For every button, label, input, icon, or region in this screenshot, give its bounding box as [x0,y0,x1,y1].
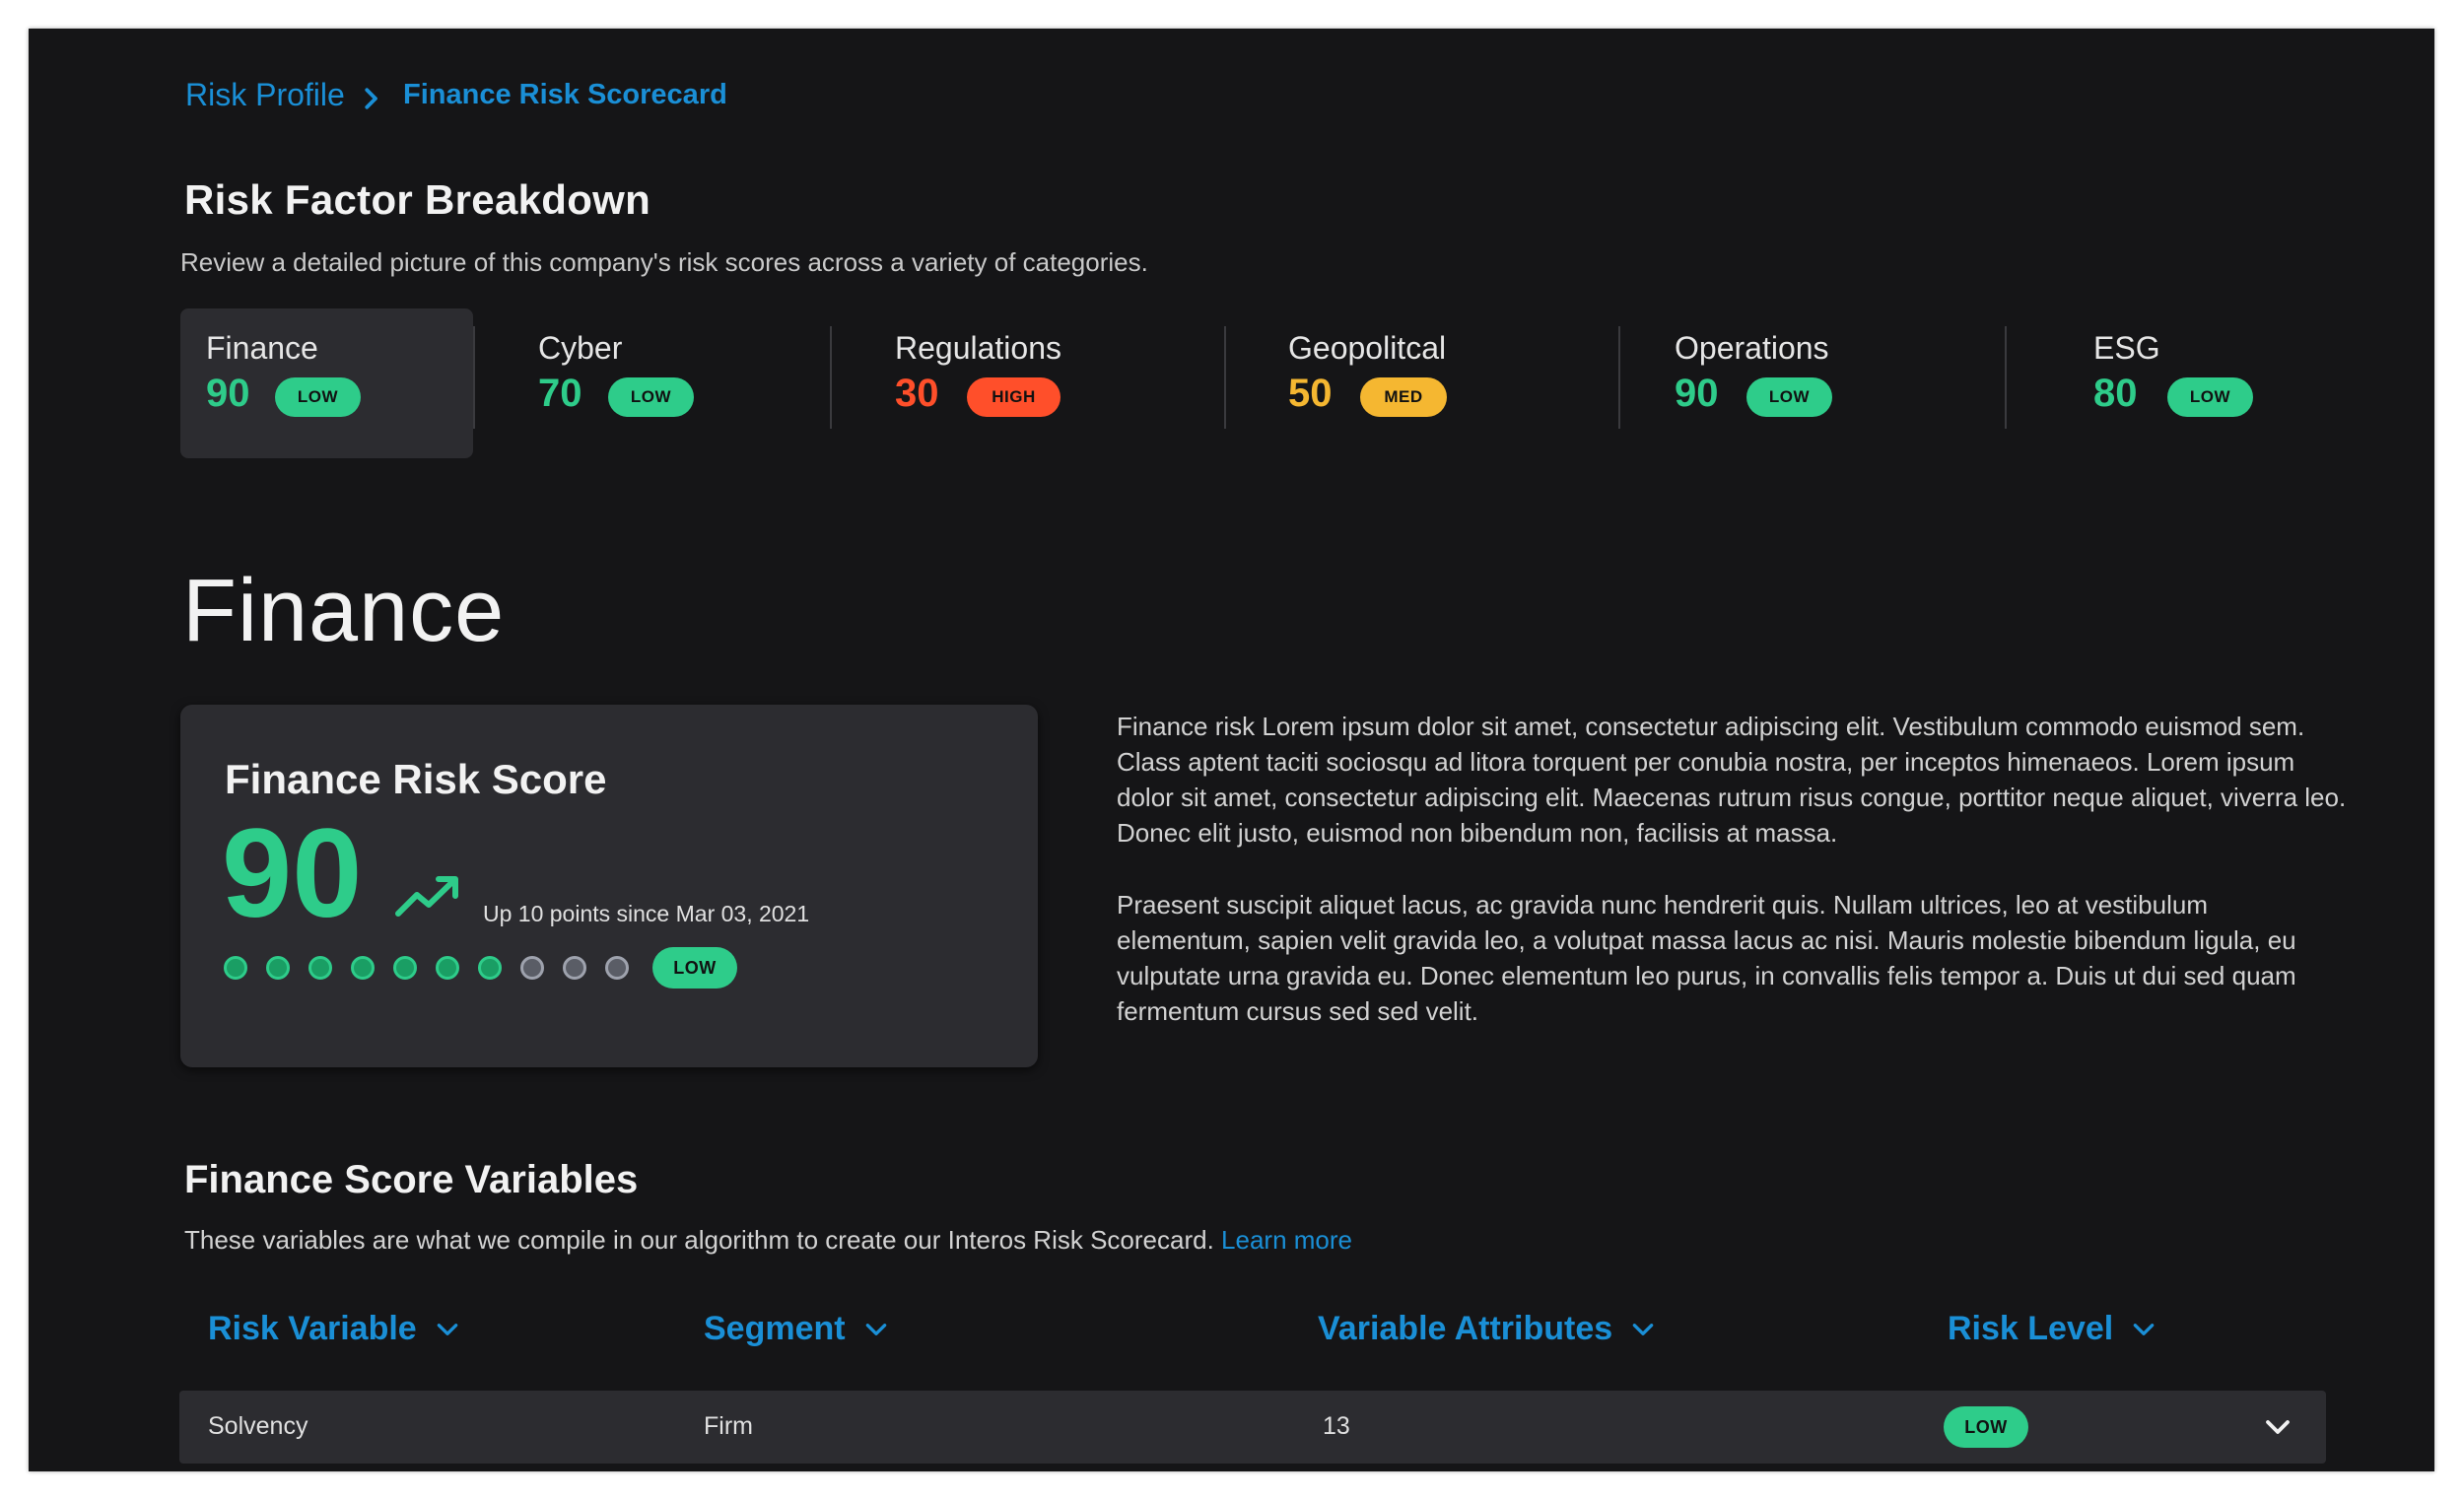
category-level-badge: LOW [2167,377,2253,417]
score-value: 90 [222,803,363,944]
score-dot [520,956,544,980]
category-name: Finance [206,330,318,366]
column-header-segment[interactable]: Segment [704,1310,889,1348]
chevron-down-icon [437,1323,457,1335]
category-tab-operations[interactable]: Operations 90 LOW [1620,308,2005,458]
category-level-badge: LOW [608,377,694,417]
score-dot [308,956,332,980]
cell-risk-variable: Solvency [208,1412,308,1440]
category-score: 90 [1675,372,1719,415]
section-title: Risk Factor Breakdown [184,176,651,223]
chevron-right-icon [365,88,377,109]
score-card: Finance Risk Score 90 Up 10 points since… [180,705,1038,1067]
category-tab-geopolitical[interactable]: Geopolitcal 50 MED [1226,308,1618,458]
table-row[interactable]: Solvency Firm 13 LOW [179,1391,2326,1464]
risk-level-badge: LOW [1944,1406,2028,1448]
category-score: 80 [2093,372,2138,415]
learn-more-link[interactable]: Learn more [1221,1225,1352,1255]
cell-variable-attributes: 13 [1323,1412,1350,1440]
app-window: Risk Profile Finance Risk Scorecard Risk… [29,29,2434,1471]
category-score: 70 [538,372,582,415]
score-dot [478,956,502,980]
category-tab-finance[interactable]: Finance 90 LOW [180,308,473,458]
score-dot [393,956,417,980]
score-dots [224,956,648,980]
column-header-risk-level[interactable]: Risk Level [1948,1310,2156,1348]
detail-heading: Finance [182,562,506,660]
variables-description: These variables are what we compile in o… [184,1225,1352,1256]
category-level-badge: MED [1360,377,1447,417]
category-level-badge: LOW [275,377,361,417]
category-level-badge: HIGH [967,377,1061,417]
category-name: Geopolitcal [1288,330,1447,366]
score-dot [224,956,247,980]
section-description: Review a detailed picture of this compan… [180,247,1148,277]
score-dot [436,956,459,980]
score-dot [351,956,375,980]
column-header-variable-attributes[interactable]: Variable Attributes [1318,1310,1656,1348]
category-name: ESG [2093,330,2160,366]
variables-description-text: These variables are what we compile in o… [184,1225,1214,1255]
score-card-title: Finance Risk Score [225,756,607,802]
description-paragraph-2: Praesent suscipit aliquet lacus, ac grav… [1117,890,2296,1026]
column-header-label: Risk Variable [208,1310,417,1347]
score-change-note: Up 10 points since Mar 03, 2021 [483,901,810,926]
category-level-badge: LOW [1746,377,1832,417]
column-header-label: Variable Attributes [1318,1310,1613,1347]
expand-chevron-icon[interactable] [2263,1412,2293,1442]
score-dot [563,956,586,980]
column-header-label: Risk Level [1948,1310,2114,1347]
score-dot [266,956,290,980]
chevron-down-icon [1632,1323,1654,1335]
category-name: Regulations [895,330,1061,366]
score-level-badge: LOW [652,947,737,989]
chevron-down-icon [865,1323,886,1335]
category-tab-esg[interactable]: ESG 80 LOW [2007,308,2332,458]
variables-title: Finance Score Variables [184,1158,639,1201]
description-paragraph-1: Finance risk Lorem ipsum dolor sit amet,… [1117,712,2347,848]
category-name: Cyber [538,330,623,366]
category-score: 50 [1288,372,1333,415]
category-tab-regulations[interactable]: Regulations 30 HIGH [832,308,1224,458]
chevron-down-icon [2133,1323,2155,1335]
category-tab-cyber[interactable]: Cyber 70 LOW [475,308,830,458]
score-dot [605,956,629,980]
column-header-risk-variable[interactable]: Risk Variable [208,1310,460,1348]
breadcrumb-risk-profile[interactable]: Risk Profile [185,77,345,113]
category-name: Operations [1675,330,1829,366]
category-score: 90 [206,372,250,415]
category-score: 30 [895,372,939,415]
cell-segment: Firm [704,1412,753,1440]
breadcrumb-current: Finance Risk Scorecard [403,79,727,110]
column-header-label: Segment [704,1310,846,1347]
trending-up-icon [395,876,458,917]
